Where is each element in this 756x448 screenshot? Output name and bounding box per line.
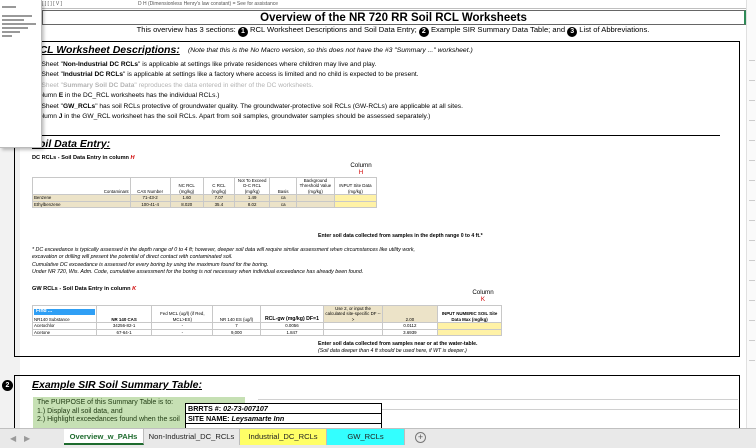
list-item: 3.) Sheet "Summary Soil DC Data" reprodu… — [32, 81, 314, 89]
gw-header: Use 2, or input the calculated site-spec… — [323, 304, 383, 324]
dc-header: Contaminant — [32, 176, 131, 196]
rcl-note: (Note that this is the No Macro version,… — [188, 47, 473, 54]
dc-header: C RCL (mg/kg) — [202, 176, 235, 196]
dc-entry-title: DC RCLs - Soil Data Entry in column H — [32, 155, 135, 161]
subtitle-number-3: 3 — [567, 27, 578, 37]
top-cut-row: [ ] [ ] [ V ] D H (Dimensionless Henry's… — [40, 0, 746, 9]
next-sheet-icon[interactable]: ▶ — [24, 434, 30, 443]
subtitle-lead: This overview has 3 sections: — [136, 25, 236, 34]
soil-data-heading: Soil Data Entry: — [32, 138, 111, 150]
tab-gw-rcls[interactable]: GW_RCLs — [327, 429, 405, 445]
prev-sheet-icon[interactable]: ◀ — [10, 434, 16, 443]
list-item: (Column J in the GW_RCL worksheet has th… — [32, 113, 431, 121]
top-row-left: [ ] [ ] [ V ] — [42, 1, 63, 7]
title-cell[interactable]: Overview of the NR 720 RR Soil RCL Works… — [42, 10, 746, 25]
summary-table-header[interactable]: BRRTS #: 02-73-007107 SITE NAME: Leysama… — [185, 403, 382, 430]
right-gutter — [746, 0, 756, 430]
tab-non-industrial-dc-rcls[interactable]: Non-Industrial_DC_RCLs — [144, 429, 240, 445]
add-sheet-icon[interactable]: + — [415, 432, 426, 443]
rcl-heading: RCL Worksheet Descriptions: — [32, 44, 180, 56]
tab-overview-w-pahs[interactable]: Overview_w_PAHs — [64, 429, 144, 445]
subtitle-item-2: Example SIR Summary Data Table; and — [428, 25, 566, 34]
brrts-row: BRRTS #: 02-73-007107 — [186, 404, 381, 414]
gw-enter-note-2: (Soil data deeper than 4 ft should be us… — [318, 348, 467, 354]
dc-enter-note: Enter soil data collected from samples i… — [318, 233, 483, 239]
gw-header: Fed MCL (ug/l) (if Red, MCL>ES) — [151, 304, 214, 324]
subtitle: This overview has 3 sections: 1 RCL Work… — [40, 25, 746, 37]
find-button[interactable]: Find ... — [34, 308, 95, 315]
list-item: 1.) Sheet "Non-Industrial DC RCLs" is ap… — [32, 61, 377, 68]
footnote-line: excavation or drilling will present the … — [32, 254, 233, 261]
side-window-panel[interactable] — [0, 0, 42, 148]
footnote-line: Cumulative DC exceedance is assessed for… — [32, 261, 269, 268]
site-name-row: SITE NAME: Leysamarte Inn — [186, 414, 381, 424]
gw-input-cell[interactable] — [437, 328, 502, 337]
sir-heading: Example SIR Soil Summary Table: — [32, 379, 202, 391]
gw-column-label: Column K — [472, 289, 494, 303]
list-item: 2.) Sheet "Industrial DC RCLs" is applic… — [32, 71, 419, 79]
gw-entry-title: GW RCLs - Soil Data Entry in column K — [32, 286, 137, 292]
sheet-tab-bar: ◀ ▶ Overview_w_PAHs Non-Industrial_DC_RC… — [0, 428, 756, 448]
gw-header: NR 140 CAS — [95, 304, 153, 324]
top-row-mid: D H (Dimensionless Henry's law constant)… — [138, 1, 279, 7]
dc-footnotes: * DC exceedance is typically assessed in… — [32, 247, 732, 277]
list-item: (Column E in the DC_RCL worksheets has t… — [32, 92, 220, 100]
worksheet-list: 1.) Sheet "Non-Industrial DC RCLs" is ap… — [32, 60, 732, 122]
dc-input-cell[interactable] — [333, 200, 378, 209]
dc-header: Basis — [269, 176, 298, 196]
subtitle-number-1: 1 — [237, 27, 248, 37]
tab-industrial-dc-rcls[interactable]: Industrial_DC_RCLs — [240, 429, 327, 445]
gw-rcl-table: Find ... NR140 Substance NR 140 CAS Fed M… — [32, 304, 502, 337]
subtitle-number-2: 2 — [418, 27, 429, 37]
gw-enter-note: Enter soil data collected from samples n… — [318, 341, 478, 347]
dc-header: Background Threshold Value (mg/kg) — [296, 176, 335, 196]
footnote-line: * DC exceedance is typically assessed in… — [32, 247, 416, 253]
dc-header: INPUT Site Data (mg/kg) — [333, 176, 378, 196]
dc-column-label: Column H — [350, 162, 372, 176]
gw-header: RCL-gw (mg/kg) DF=1 — [259, 304, 325, 324]
footnote-line: Under NR 720, Wis. Adm. Code, cumulative… — [32, 269, 364, 276]
divider — [32, 135, 720, 136]
dc-header: NC RCL (mg/kg) — [169, 176, 204, 196]
gw-header: NR 140 ES (ug/l) — [212, 304, 261, 324]
subtitle-item-3: List of Abbreviations. — [577, 25, 650, 34]
section-2-number: 2 — [2, 380, 13, 391]
table-row: Acetone 67-64-1 - 9,000 1.847 3.6939 — [32, 328, 502, 337]
dc-rcl-table: Contaminant CAS Number NC RCL (mg/kg) C … — [32, 176, 378, 209]
gw-header: INPUT NUMERIC SOIL Site Data Max (mg/kg) — [437, 304, 502, 324]
df-input-cell[interactable]: 2.00 — [381, 304, 439, 324]
subtitle-item-1: RCL Worksheet Descriptions and Soil Data… — [247, 25, 417, 34]
dc-header: CAS Number — [129, 176, 171, 196]
list-item: 4.) Sheet "GW_RCLs" has soil RCLs protec… — [32, 102, 463, 110]
table-row: Ethylbenzene 100-41-4 8.020 35.4 8.02 ca — [32, 200, 378, 209]
gw-header-substance: Find ... NR140 Substance — [32, 304, 97, 324]
page-title: Overview of the NR 720 RR Soil RCL Works… — [260, 12, 527, 24]
section-1-frame: RCL Worksheet Descriptions: (Note that t… — [14, 41, 740, 357]
dc-header: Not To Exceed D-C RCL (mg/kg) — [233, 176, 271, 196]
